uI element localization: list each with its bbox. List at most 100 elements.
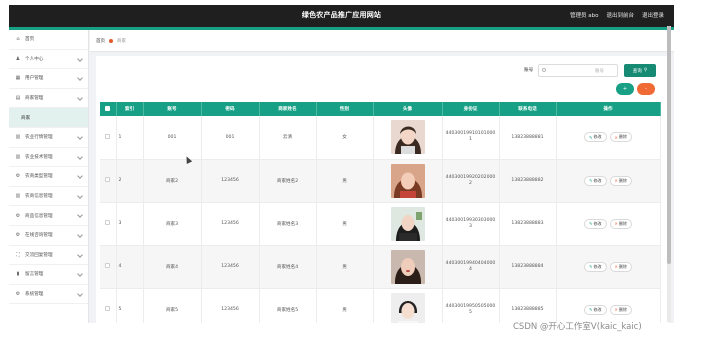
cell-phone: 13823888882: [499, 159, 557, 203]
sidebar-item-label: 用户管理: [25, 76, 44, 82]
sidebar-item-label: 商品信息管理: [25, 213, 53, 219]
grid-icon: ▥: [15, 153, 21, 160]
sidebar-item-2[interactable]: ▦ 用户管理: [9, 69, 88, 89]
row-checkbox[interactable]: [105, 177, 111, 182]
row-action-group: ✎ 修改 ✕ 删除: [557, 304, 660, 315]
content-panel: 账号 账号 查询 ⚲ + - 索引 账号 密码 商家姓名 性别 头像 身份证 联…: [96, 56, 668, 323]
table-row: 4 商家4 123456 商家姓名4 男 440300199404040004 138238…: [100, 245, 661, 289]
sidebar-item-label: 系统管理: [25, 292, 44, 298]
edit-label: 修改: [593, 306, 602, 312]
sidebar-item-1[interactable]: ♟ 个人中心: [9, 50, 88, 70]
chart-icon: ▮: [16, 271, 20, 278]
row-checkbox[interactable]: [105, 306, 111, 311]
cell-account: 001: [143, 116, 202, 160]
exit-to-front-link[interactable]: 退出到前台: [606, 11, 634, 19]
sidebar-item-7[interactable]: ⚙ 农商类型管理: [9, 167, 88, 187]
store-icon: ▤: [15, 95, 21, 102]
chevron-down-icon: [77, 94, 83, 101]
column-header: 商家姓名: [259, 102, 317, 116]
cell-name: 商家姓名2: [259, 159, 317, 203]
breadcrumb-dot-icon: [109, 38, 113, 43]
table-row: 1 001 001 云清女 440300199101010001 13823888881 ✎…: [100, 116, 661, 160]
cell-password: 001: [201, 116, 260, 160]
table-header-row: 索引 账号 密码 商家姓名 性别 头像 身份证 联系电话 操作: [100, 102, 661, 116]
breadcrumb-home[interactable]: 首页: [96, 38, 105, 44]
search-input[interactable]: 账号: [538, 64, 618, 77]
cell-phone: 13823888885: [499, 288, 557, 323]
column-header: 账号: [143, 102, 202, 116]
add-button[interactable]: +: [616, 83, 634, 95]
edit-button[interactable]: ✎ 修改: [584, 304, 607, 315]
delete-button[interactable]: ✕ 删除: [609, 218, 632, 229]
row-checkbox[interactable]: [105, 263, 111, 268]
chevron-down-icon: [77, 290, 83, 297]
sidebar-item-6[interactable]: ▥ 农业技术管理: [9, 148, 88, 168]
scrollbar-thumb[interactable]: [667, 26, 671, 264]
screenshot-frame: 绿色农产品推广应用网站 管理员 abo 退出到前台 退出登录 ⌂ 首页 ♟ 个人中心 ▦…: [0, 0, 712, 339]
row-action-group: ✎ 修改 ✕ 删除: [557, 261, 660, 272]
grid-icon: ▥: [15, 193, 21, 200]
column-header: 索引: [116, 102, 144, 116]
cell-phone: 13823888881: [499, 116, 557, 160]
edit-button[interactable]: ✎ 修改: [584, 261, 607, 272]
delete-label: 删除: [618, 263, 627, 269]
column-header: 头像: [373, 102, 443, 116]
search-button[interactable]: 查询 ⚲: [624, 64, 656, 77]
edit-icon: ✎: [589, 134, 593, 140]
table-row: 5 商家5 123456 商家姓名5 男 440300199505050005 138238…: [100, 288, 661, 323]
edit-button[interactable]: ✎ 修改: [584, 218, 607, 229]
cell-gender: 男: [316, 245, 374, 289]
sidebar-item-8[interactable]: ▥ 农商信息管理: [9, 187, 88, 207]
edit-icon: ✎: [589, 221, 593, 226]
row-actions: ✎ 修改 ✕ 删除: [556, 288, 661, 323]
sidebar-item-label: 商家: [21, 115, 31, 121]
sidebar-item-0[interactable]: ⌂ 首页: [9, 30, 88, 50]
trash-icon: ✕: [614, 307, 618, 312]
row-checkbox-cell: [100, 116, 117, 160]
user-icon: ♟: [15, 55, 21, 62]
sidebar-item-3[interactable]: ▤ 商家管理: [9, 89, 88, 109]
edit-button[interactable]: ✎ 修改: [584, 132, 607, 143]
search-button-label: 查询: [632, 68, 642, 74]
delete-label: 删除: [618, 306, 627, 312]
sidebar-item-5[interactable]: ▥ 农业行情管理: [9, 128, 88, 148]
edit-button[interactable]: ✎ 修改: [584, 175, 607, 186]
delete-button[interactable]: ✕ 删除: [609, 304, 632, 315]
cell-name: 商家姓名5: [259, 288, 317, 323]
delete-button[interactable]: ✕ 删除: [609, 175, 632, 186]
sidebar-item-11[interactable]: ⛶ 交流回复管理: [9, 246, 88, 266]
cell-account: 商家4: [143, 245, 202, 289]
select-all-checkbox[interactable]: [100, 102, 117, 116]
sidebar-item-12[interactable]: ▮ 留言管理: [9, 265, 88, 285]
sidebar-item-9[interactable]: ⚙ 商品信息管理: [9, 206, 88, 226]
sidebar-item-10[interactable]: ⚙ 在线咨询管理: [9, 226, 88, 246]
delete-button[interactable]: ✕ 删除: [609, 132, 632, 143]
cell-name: 云清: [259, 116, 317, 160]
sidebar-item-13[interactable]: ⚙ 系统管理: [9, 285, 88, 305]
cell-name: 商家姓名3: [259, 202, 317, 246]
row-checkbox[interactable]: [105, 133, 111, 139]
delete-selected-button[interactable]: -: [637, 83, 655, 95]
sidebar-item-4[interactable]: 商家: [9, 108, 88, 128]
column-header: 联系电话: [499, 102, 557, 116]
row-checkbox[interactable]: [105, 220, 111, 225]
gear-icon: ⚙: [15, 173, 21, 180]
cell-gender: 女: [316, 116, 374, 160]
main-content: 首页 商家 账号 账号 查询 ⚲ + - 索引 账号 密码 商家姓名 性别 头像…: [90, 30, 674, 323]
cell-name: 商家姓名4: [259, 245, 317, 289]
delete-button[interactable]: ✕ 删除: [609, 261, 632, 272]
logout-link[interactable]: 退出登录: [642, 11, 664, 19]
chevron-down-icon: [77, 55, 83, 62]
table-row: 3 商家3 123456 商家姓名3 男 440300199303030003 138238…: [100, 202, 661, 246]
delete-label: 删除: [618, 134, 627, 140]
edit-label: 修改: [593, 220, 602, 226]
chevron-down-icon: [77, 271, 83, 277]
cell-id_card: 440300199202020002: [442, 159, 500, 203]
row-actions: ✎ 修改 ✕ 删除: [556, 202, 661, 246]
cell-phone: 13823888884: [499, 245, 557, 289]
cell-account: 商家5: [143, 288, 202, 323]
edit-icon: ✎: [589, 178, 593, 183]
checkbox-icon[interactable]: [105, 105, 111, 111]
page-scrollbar[interactable]: [667, 26, 671, 322]
avatar: [390, 120, 425, 155]
